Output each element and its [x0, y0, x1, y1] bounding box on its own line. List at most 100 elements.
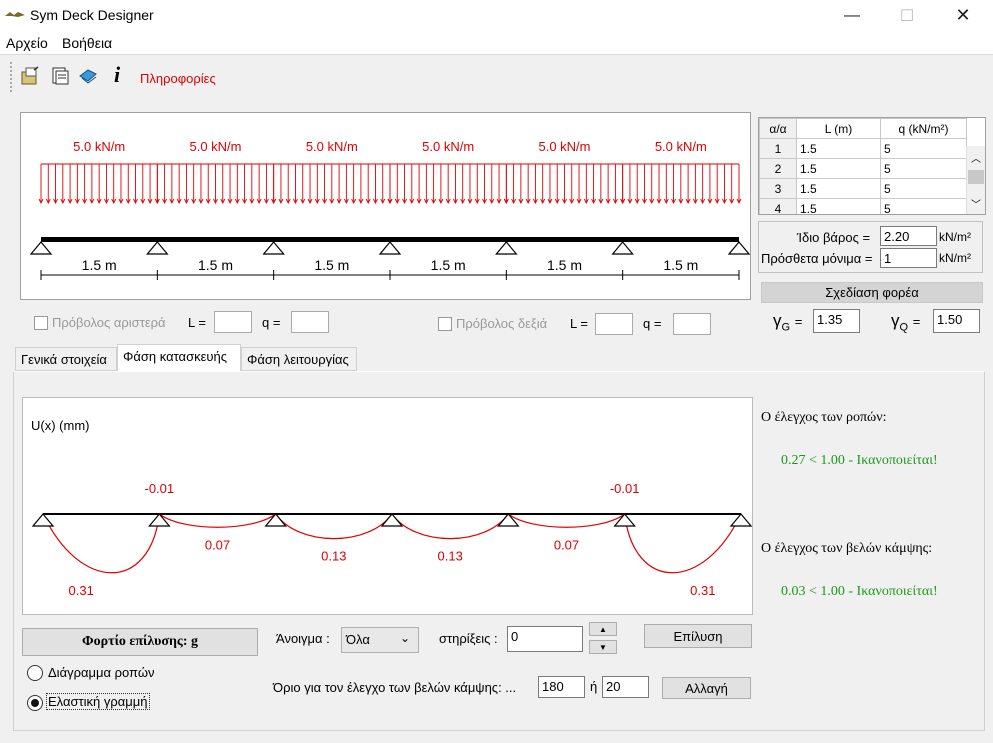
span-table-container: α/α L (m) q (kN/m²) 1 1.5 5 2 1.5 5 3 1.… — [758, 117, 986, 215]
cell-load[interactable]: 5 — [880, 198, 967, 214]
deflection-value-label: 0.07 — [554, 537, 579, 552]
span-length-label: 1.5 m — [663, 257, 698, 273]
open-file-icon[interactable] — [20, 66, 40, 86]
table-row[interactable]: 4 1.5 5 — [759, 198, 967, 214]
cell-length[interactable]: 1.5 — [796, 158, 881, 179]
span-length-label: 1.5 m — [82, 257, 117, 273]
col-header-length: L (m) — [796, 118, 881, 139]
change-button[interactable]: Αλλαγή — [662, 677, 751, 699]
tab-service[interactable]: Φάση λειτουργίας — [241, 347, 357, 371]
table-row[interactable]: 3 1.5 5 — [759, 178, 967, 199]
info-label[interactable]: Πληροφορίες — [140, 71, 216, 86]
deflection-value-label: 0.31 — [69, 583, 94, 598]
span-select-label: Άνοιγμα : — [276, 631, 330, 646]
support-icon — [729, 513, 752, 527]
menu-bar — [0, 31, 993, 55]
self-weight-input[interactable]: 2.20 — [880, 226, 937, 246]
radio-elastic-line[interactable] — [27, 695, 43, 711]
supports-label: στηρίξεις : — [439, 631, 498, 646]
cantilever-left-label: Πρόβολος αριστερά — [52, 315, 166, 330]
cantilever-right-l-input[interactable] — [595, 313, 633, 335]
deflection-diagram: 0.31 0.07 0.13 0.13 0.07 0.31 -0.01 -0.01 — [31, 481, 752, 598]
support-icon — [262, 241, 285, 255]
cantilever-right-l-label: L = — [570, 316, 588, 331]
supports-input[interactable]: 0 — [507, 626, 583, 652]
toolbar-grip — [10, 62, 13, 92]
extra-permanent-input[interactable]: 1 — [880, 248, 937, 268]
cell-length[interactable]: 1.5 — [796, 178, 881, 199]
book-icon[interactable] — [78, 66, 98, 86]
deflection-panel: 0.31 0.07 0.13 0.13 0.07 0.31 -0.01 -0.01 — [22, 397, 753, 615]
load-label: 5.0 kN/m — [306, 139, 358, 154]
load-case-button[interactable]: Φορτίο επίλυσης: g — [22, 628, 258, 656]
deflection-limit-input-2[interactable]: 20 — [602, 676, 649, 698]
gamma-q-input[interactable]: 1.50 — [933, 309, 980, 333]
menu-file[interactable]: Αρχείο — [6, 35, 48, 51]
support-icon — [146, 241, 169, 255]
deflection-check-title: Ο έλεγχος των βελών κάμψης: — [761, 541, 933, 556]
cell-length[interactable]: 1.5 — [796, 138, 881, 159]
supports-up-button[interactable]: ▲ — [589, 622, 617, 636]
support-icon — [29, 241, 53, 255]
deflection-value-label: 0.31 — [690, 583, 715, 598]
close-button[interactable]: ✕ — [940, 0, 986, 31]
info-icon[interactable]: i — [114, 62, 120, 88]
chevron-down-icon[interactable]: ﹀ — [971, 196, 981, 211]
cell-load[interactable]: 5 — [880, 178, 967, 199]
tab-construction[interactable]: Φάση κατασκευής — [117, 344, 241, 372]
cell-load[interactable]: 5 — [880, 158, 967, 179]
gamma-g-symbol: γG = — [773, 311, 803, 334]
tab-general[interactable]: Γενικά στοιχεία — [15, 347, 117, 371]
span-length-label: 1.5 m — [431, 257, 466, 273]
deflection-ylabel: U(x) (mm) — [31, 418, 90, 433]
cell-load[interactable]: 5 — [880, 138, 967, 159]
cantilever-left-q-input[interactable] — [291, 311, 329, 333]
design-structure-button[interactable]: Σχεδίαση φορέα — [761, 282, 983, 303]
row-index: 2 — [759, 158, 797, 179]
support-icon — [148, 513, 171, 527]
span-length-label: 1.5 m — [314, 257, 349, 273]
table-row[interactable]: 2 1.5 5 — [759, 158, 967, 179]
cantilever-left-checkbox[interactable] — [34, 316, 48, 330]
table-row[interactable]: 1 1.5 5 — [759, 138, 967, 159]
support-icon — [495, 241, 518, 255]
cantilever-right-q-label: q = — [643, 316, 662, 331]
cell-length[interactable]: 1.5 — [796, 198, 881, 214]
gamma-q-symbol: γQ = — [891, 311, 921, 334]
solve-button[interactable]: Επίλυση — [644, 624, 752, 648]
window-title: Sym Deck Designer — [30, 7, 154, 23]
scroll-thumb[interactable] — [968, 170, 984, 184]
load-label: 5.0 kN/m — [538, 139, 590, 154]
load-label: 5.0 kN/m — [73, 139, 125, 154]
cantilever-right-q-input[interactable] — [673, 313, 711, 335]
support-icon — [497, 513, 520, 527]
gamma-g-input[interactable]: 1.35 — [813, 309, 860, 333]
load-diagram-panel: 5.0 kN/m 5.0 kN/m 5.0 kN/m 5.0 kN/m 5.0 kN/m… — [20, 112, 751, 300]
row-index: 1 — [759, 138, 797, 159]
span-select[interactable]: Όλα ⌄ — [341, 627, 419, 653]
supports-down-button[interactable]: ▼ — [589, 640, 617, 654]
minimize-button[interactable]: — — [829, 0, 875, 31]
moment-check-result: 0.27 < 1.00 - Ικανοποιείται! — [781, 453, 938, 468]
document-icon[interactable] — [50, 66, 70, 86]
chevron-down-icon: ⌄ — [400, 631, 411, 645]
radio-moment-label[interactable]: Διάγραμμα ροπών — [48, 665, 154, 680]
deflection-check-result: 0.03 < 1.00 - Ικανοποιείται! — [781, 584, 938, 599]
extra-permanent-unit: kN/m² — [939, 251, 971, 265]
support-icon — [611, 241, 634, 255]
cantilever-left-l-label: L = — [188, 315, 206, 330]
uplift-label: -0.01 — [610, 481, 640, 496]
radio-moment-diagram[interactable] — [27, 665, 43, 681]
support-icon — [727, 241, 750, 255]
radio-elastic-label[interactable]: Ελαστική γραμμή — [46, 693, 150, 710]
deflection-limit-input-1[interactable]: 180 — [538, 676, 585, 698]
cantilever-right-checkbox[interactable] — [438, 317, 452, 331]
cantilever-left-l-input[interactable] — [214, 311, 252, 333]
menu-help[interactable]: Βοήθεια — [62, 35, 112, 51]
maximize-button[interactable]: ☐ — [884, 0, 930, 31]
span-length-label: 1.5 m — [547, 257, 582, 273]
chevron-up-icon[interactable]: ︿ — [971, 150, 981, 165]
deflection-value-label: 0.07 — [205, 537, 230, 552]
table-scrollbar[interactable]: ︿ ﹀ — [966, 146, 985, 214]
support-icon — [378, 241, 402, 255]
